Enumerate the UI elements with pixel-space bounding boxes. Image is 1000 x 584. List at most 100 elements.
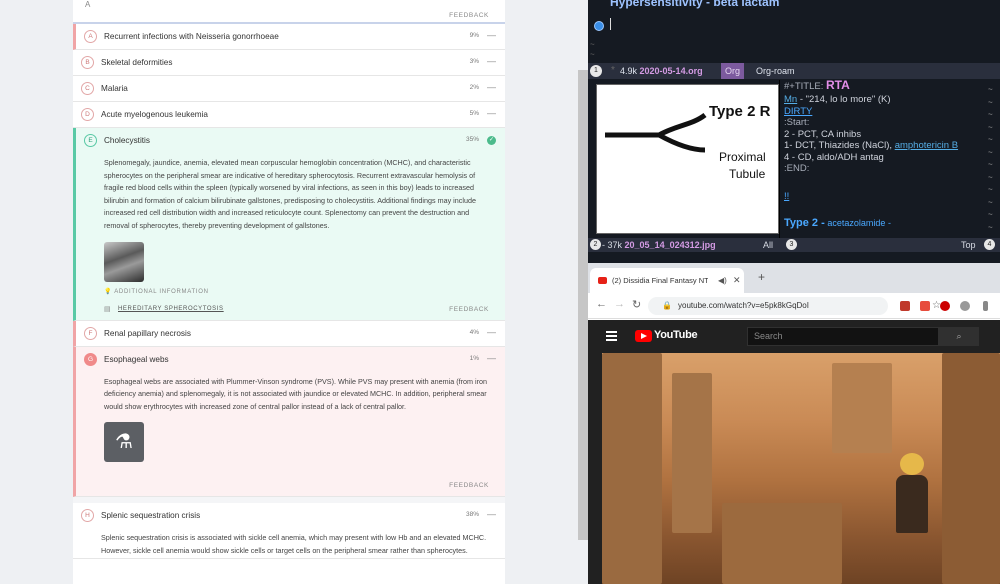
close-tab-icon[interactable]: ✕ — [733, 268, 741, 293]
choice-percent: 35% — [465, 136, 479, 143]
window-number: 4 — [984, 239, 995, 250]
image-buffer[interactable]: Type 2 R Proximal Tubule — [596, 84, 779, 234]
correct-check-icon[interactable]: ✓ — [487, 136, 496, 145]
answer-choice-b[interactable]: B Skeletal deformities 3% — — [73, 50, 505, 76]
url-text: youtube.com/watch?v=e5pk8kGqDoI — [678, 301, 809, 310]
font-size-icon[interactable]: A — [85, 0, 90, 9]
org-buffer[interactable]: #+TITLE: RTA Mn - "214, lo lo more" (K) … — [784, 79, 994, 238]
extension-icon[interactable] — [960, 301, 970, 311]
text-cursor — [610, 18, 611, 30]
choice-text: Recurrent infections with Neisseria gono… — [104, 32, 279, 41]
card-topbar: A FEEDBACK — [73, 0, 505, 24]
address-bar[interactable]: 🔒 youtube.com/watch?v=e5pk8kGqDoI ☆ — [648, 297, 941, 315]
collapse-icon[interactable]: — — [487, 327, 496, 337]
collapse-icon[interactable]: — — [487, 56, 496, 66]
search-button[interactable]: ⌕ — [939, 327, 979, 346]
modeline-fill — [836, 63, 1000, 79]
explanation-text: Splenomegaly, jaundice, anemia, elevated… — [104, 158, 476, 230]
choice-text: Splenic sequestration crisis — [101, 511, 201, 521]
choice-percent: 4% — [469, 328, 479, 336]
choice-letter: A — [84, 30, 97, 43]
answer-choice-a[interactable]: A Recurrent infections with Neisseria go… — [73, 24, 505, 50]
org-line: 2 - PCT, CA inhibs — [784, 128, 862, 140]
heading-text: acetazolamide - — [827, 218, 891, 228]
youtube-header: YouTube Search ⌕ — [588, 320, 1000, 353]
ruin-pillar — [942, 353, 1000, 584]
additional-info-text: ADDITIONAL INFORMATION — [114, 288, 209, 295]
extension-icon[interactable] — [900, 301, 910, 311]
amphotericin-link[interactable]: amphotericin B — [895, 140, 958, 151]
ruin-pillar — [602, 353, 662, 584]
mnemonic-link[interactable]: Mn — [784, 94, 797, 105]
ruin-wall — [832, 363, 892, 453]
new-tab-icon[interactable]: + — [758, 270, 765, 284]
collapse-icon[interactable]: — — [487, 108, 496, 118]
answer-choice-f[interactable]: F Renal papillary necrosis 4% — — [73, 320, 505, 347]
answer-choice-e[interactable]: E Cholecystitis 35% ✓ Splenomegaly, jaun… — [73, 128, 505, 321]
adblock-icon[interactable] — [940, 301, 950, 311]
buffer-info: - 37k 20_05_14_024312.jpg — [602, 238, 716, 252]
collapse-icon[interactable]: — — [487, 30, 496, 40]
youtube-extension-icon[interactable] — [920, 301, 930, 311]
lock-icon: 🔒 — [662, 301, 672, 310]
choice-percent: 1% — [469, 354, 479, 362]
choice-letter: B — [81, 56, 94, 69]
youtube-logo-icon[interactable] — [635, 330, 652, 342]
back-icon[interactable]: ← — [596, 298, 607, 310]
collapse-icon[interactable]: — — [487, 82, 496, 92]
quiz-pane: A FEEDBACK A Recurrent infections with N… — [0, 0, 588, 584]
youtube-wordmark[interactable]: YouTube — [654, 329, 698, 341]
reference-link[interactable]: HEREDITARY SPHEROCYTOSIS — [118, 306, 224, 312]
feedback-link[interactable]: FEEDBACK — [449, 482, 489, 489]
choice-letter: D — [81, 108, 94, 121]
browser-tab[interactable]: (2) Dissidia Final Fantasy NT ◀) ✕ — [590, 268, 744, 293]
collapse-icon[interactable]: — — [487, 353, 496, 363]
choice-letter: E — [84, 134, 97, 147]
microscope-icon[interactable]: ⚗ — [104, 422, 144, 463]
video-player[interactable] — [602, 353, 1000, 584]
buffer-name: 20_05_14_024312.jpg — [624, 240, 716, 250]
menu-icon[interactable] — [606, 331, 617, 341]
youtube-page: YouTube Search ⌕ — [588, 320, 1000, 584]
choice-letter: H — [81, 509, 94, 523]
forward-icon[interactable]: → — [614, 298, 625, 310]
feedback-link[interactable]: FEEDBACK — [449, 306, 489, 313]
answer-choice-h[interactable]: H Splenic sequestration crisis 38% — Spl… — [73, 503, 505, 559]
bullet-icon — [594, 21, 604, 31]
buffer-name: 2020-05-14.org — [639, 66, 703, 76]
speaker-icon[interactable]: ◀) — [718, 268, 727, 293]
collapse-icon[interactable]: — — [487, 509, 496, 519]
org-heading[interactable]: Type 2 - — [784, 217, 825, 229]
drawer-end: :END: — [784, 163, 810, 174]
scrollbar[interactable] — [578, 70, 588, 540]
emacs-input-line[interactable] — [588, 18, 1000, 42]
org-line: 1- DCT, Thiazides (NaCl), — [784, 140, 893, 151]
explanation-text: Splenic sequestration crisis is associat… — [101, 533, 487, 555]
navigation-bar: ← → ↻ 🔒 youtube.com/watch?v=e5pk8kGqDoI … — [588, 293, 1000, 319]
window-number: 2 — [590, 239, 601, 250]
buffer-size: - 37k — [602, 240, 623, 250]
choice-percent: 38% — [465, 511, 479, 519]
reload-icon[interactable]: ↻ — [632, 298, 641, 311]
feedback-link[interactable]: FEEDBACK — [449, 12, 489, 19]
reference-row: ▤ HEREDITARY SPHEROCYTOSIS FEEDBACK — [104, 300, 505, 320]
major-mode[interactable]: Org — [721, 63, 745, 79]
image-label: Proximal — [719, 150, 766, 164]
answer-choice-g[interactable]: G Esophageal webs 1% — Esophageal webs a… — [73, 346, 505, 498]
additional-info-label[interactable]: 💡 ADDITIONAL INFORMATION — [104, 288, 505, 300]
answer-choice-c[interactable]: C Malaria 2% — — [73, 76, 505, 102]
image-heading: Type 2 R — [709, 103, 771, 120]
question-card: A FEEDBACK A Recurrent infections with N… — [73, 0, 505, 584]
scroll-position: All — [763, 240, 774, 250]
window-divider[interactable] — [779, 80, 780, 238]
ultrasound-thumbnail[interactable] — [104, 241, 144, 282]
image-label: Tubule — [729, 167, 766, 181]
microphone-icon[interactable] — [983, 301, 988, 311]
right-pane: Hypersensitivity - beta lactam ~ ~ 1 * 4… — [588, 0, 1000, 584]
answer-choice-d[interactable]: D Acute myelogenous leukemia 5% — — [73, 102, 505, 128]
dirty-link[interactable]: DIRTY — [784, 106, 812, 117]
bang-link[interactable]: !! — [784, 191, 994, 203]
choice-letter: C — [81, 82, 94, 95]
minor-mode[interactable]: Org-roam — [756, 63, 795, 79]
youtube-search-input[interactable]: Search — [747, 327, 939, 346]
